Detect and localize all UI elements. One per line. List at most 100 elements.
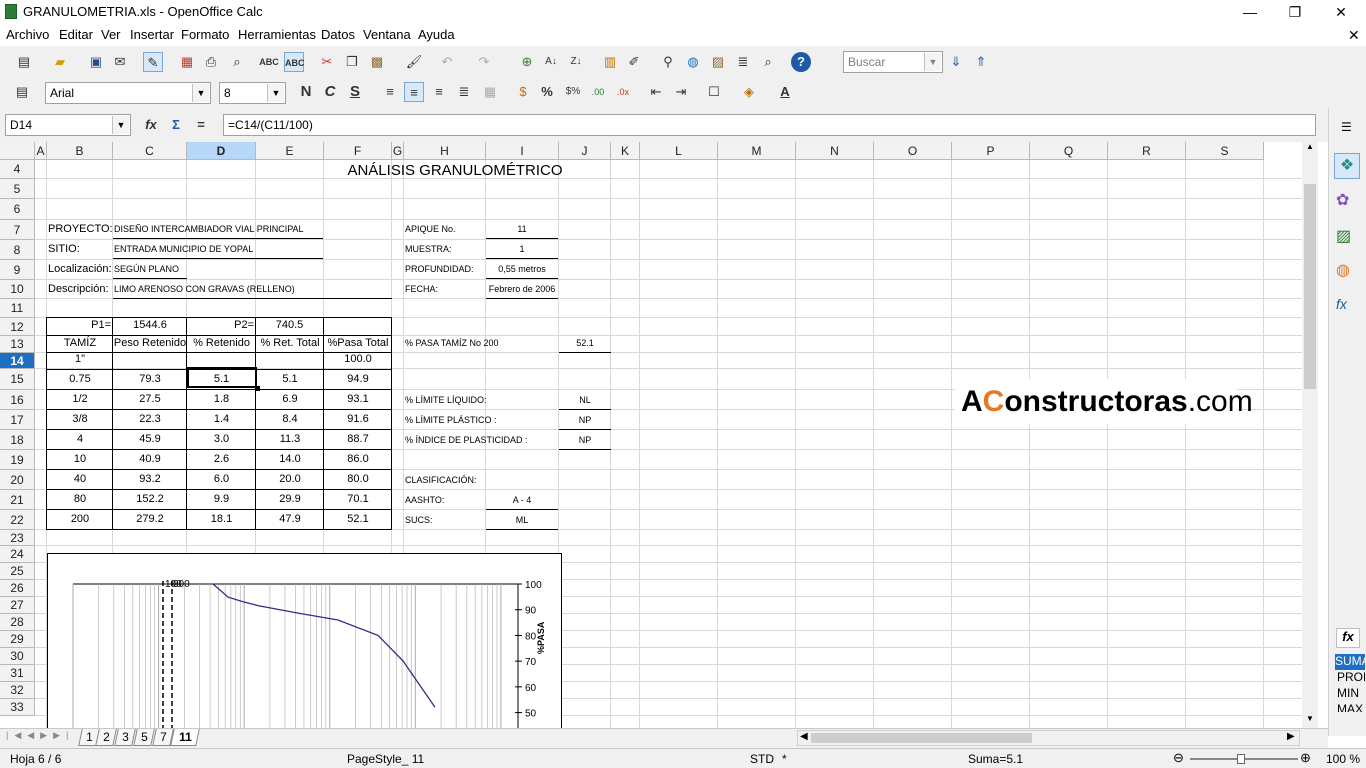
table-cell-peso-retenido[interactable]: 27.5 (113, 393, 187, 405)
menu-herramientas[interactable]: Herramientas (238, 27, 316, 42)
table-cell-tamiz[interactable]: 1/2 (47, 393, 113, 405)
menu-ver[interactable]: Ver (101, 27, 121, 42)
limite-liquido-label[interactable]: % LÍMITE LÍQUIDO: (405, 395, 487, 405)
percent-format-icon[interactable]: % (537, 82, 557, 102)
fecha-label[interactable]: FECHA: (405, 284, 438, 294)
table-cell-pct-ret-total[interactable]: 6.9 (256, 393, 324, 405)
new-document-icon[interactable]: ▤ (14, 52, 34, 72)
table-cell-tamiz[interactable]: 80 (47, 493, 113, 505)
row-header[interactable]: 14 (0, 353, 35, 369)
table-cell-peso-retenido[interactable]: 279.2 (113, 513, 187, 525)
sum-icon[interactable]: Σ (166, 115, 186, 135)
search-input[interactable]: Buscar ▼ (843, 51, 943, 73)
copy-icon[interactable]: ❐ (342, 52, 362, 72)
column-header[interactable]: A (35, 142, 47, 160)
fill-handle[interactable] (255, 386, 260, 391)
tab-navigation-arrows[interactable]: |◀◀▶▶| (6, 730, 74, 741)
font-name-box[interactable]: Arial ▼ (45, 82, 211, 104)
justify-icon[interactable]: ≣ (454, 82, 474, 102)
zoom-in-icon[interactable]: ⊕ (1300, 750, 1311, 766)
table-cell-tamiz[interactable]: 10 (47, 453, 113, 465)
row-header[interactable]: 5 (0, 179, 35, 199)
sort-descending-icon[interactable]: Z↓ (566, 52, 586, 72)
clasificacion-label[interactable]: CLASIFICACIÓN: (405, 475, 477, 485)
proyecto-label[interactable]: PROYECTO: (48, 223, 113, 235)
chevron-down-icon[interactable]: ▼ (267, 84, 284, 102)
formula-input[interactable]: =C14/(C11/100) (223, 114, 1316, 136)
zoom-slider-handle[interactable] (1237, 754, 1245, 764)
column-header[interactable]: N (796, 142, 874, 160)
add-decimal-icon[interactable]: .00 (588, 82, 608, 102)
menu-datos[interactable]: Datos (321, 27, 355, 42)
scroll-down-icon[interactable]: ▼ (1304, 714, 1316, 724)
italic-icon[interactable]: C (320, 82, 340, 102)
row-header[interactable]: 18 (0, 430, 35, 450)
table-cell-pct-retenido[interactable]: 18.1 (187, 513, 256, 525)
row-header[interactable]: 19 (0, 450, 35, 470)
scroll-left-icon[interactable]: ◀ (800, 731, 808, 742)
sheet-title[interactable]: ANÁLISIS GRANULOMÉTRICO (35, 162, 875, 179)
open-folder-icon[interactable]: ▰ (50, 52, 70, 72)
table-cell-pct-ret-total[interactable]: 29.9 (256, 493, 324, 505)
delete-decimal-icon[interactable]: .0x (613, 82, 633, 102)
functions-deck-icon[interactable]: fx (1336, 296, 1347, 312)
sucs-label[interactable]: SUCS: (405, 515, 433, 525)
chevron-down-icon[interactable]: ▼ (924, 53, 941, 71)
table-cell-peso-retenido[interactable]: 45.9 (113, 433, 187, 445)
function-item-suma[interactable]: SUMA (1335, 654, 1365, 670)
menu-insertar[interactable]: Insertar (130, 27, 174, 42)
table-cell-pct-retenido[interactable]: 6.0 (187, 473, 256, 485)
row-header[interactable]: 31 (0, 665, 35, 682)
merge-cells-icon[interactable]: ▦ (480, 82, 500, 102)
function-item-max[interactable]: MAX (1337, 702, 1365, 712)
aashto-label[interactable]: AASHTO: (405, 495, 444, 505)
row-header[interactable]: 20 (0, 470, 35, 490)
row-header[interactable]: 8 (0, 240, 35, 260)
table-cell-pct-ret-total[interactable]: 5.1 (256, 373, 324, 385)
column-header[interactable]: G (392, 142, 404, 160)
gallery-deck-icon[interactable]: ▨ (1336, 226, 1351, 246)
limite-liquido-value[interactable]: NL (559, 395, 611, 405)
muestra-value[interactable]: 1 (486, 244, 558, 254)
font-size-box[interactable]: 8 ▼ (219, 82, 286, 104)
column-header[interactable]: E (256, 142, 324, 160)
data-sources-icon[interactable]: ≣ (733, 52, 753, 72)
column-header[interactable]: H (404, 142, 486, 160)
hyperlink-icon[interactable]: ⊕ (517, 52, 537, 72)
background-color-icon[interactable]: ◈ (739, 82, 759, 102)
sort-ascending-icon[interactable]: A↓ (541, 52, 561, 72)
redo-icon[interactable]: ↷ (474, 52, 494, 72)
pasa200-label[interactable]: % PASA TAMÍZ No 200 (405, 338, 499, 348)
table-cell-peso-retenido[interactable]: 40.9 (113, 453, 187, 465)
edit-mode-icon[interactable]: ✎ (143, 52, 163, 72)
menu-ayuda[interactable]: Ayuda (418, 27, 455, 42)
name-box[interactable]: D14 ▼ (5, 114, 131, 136)
sum-display[interactable]: Suma=5.1 (968, 752, 1023, 766)
find-previous-icon[interactable]: ⇑ (971, 52, 991, 72)
table-cell-peso-retenido[interactable]: 93.2 (113, 473, 187, 485)
row-header[interactable]: 9 (0, 260, 35, 280)
row-header[interactable]: 10 (0, 280, 35, 299)
table-cell-pct-ret-total[interactable]: 47.9 (256, 513, 324, 525)
scroll-right-icon[interactable]: ▶ (1287, 731, 1295, 742)
row-header[interactable]: 25 (0, 563, 35, 580)
p1-label[interactable]: P1= (47, 319, 111, 331)
table-cell-pct-retenido[interactable]: 2.6 (187, 453, 256, 465)
row-header[interactable]: 30 (0, 648, 35, 665)
borders-icon[interactable]: ☐ (704, 82, 724, 102)
table-cell-tamiz[interactable]: 0.75 (47, 373, 113, 385)
minimize-button[interactable]: — (1235, 2, 1265, 22)
table-cell-pct-ret-total[interactable]: 20.0 (256, 473, 324, 485)
find-next-icon[interactable]: ⇓ (946, 52, 966, 72)
row-header[interactable]: 11 (0, 299, 35, 318)
granulometry-chart[interactable]: 100 90 80 70 60 50 100 000 %PASA (47, 553, 562, 728)
chart-icon[interactable]: ▥ (600, 52, 620, 72)
table-cell-pct-retenido[interactable]: 3.0 (187, 433, 256, 445)
print-preview-icon[interactable]: ⌕ (227, 52, 247, 72)
find-replace-icon[interactable]: ⚲ (658, 52, 678, 72)
table-cell-pct-ret-total[interactable]: 14.0 (256, 453, 324, 465)
zoom-out-icon[interactable]: ⊖ (1173, 750, 1184, 766)
p1-value[interactable]: 1544.6 (113, 319, 187, 331)
spellcheck-icon[interactable]: ABC (259, 52, 279, 72)
descripcion-value[interactable]: LIMO ARENOSO CON GRAVAS (RELLENO) (114, 284, 295, 294)
